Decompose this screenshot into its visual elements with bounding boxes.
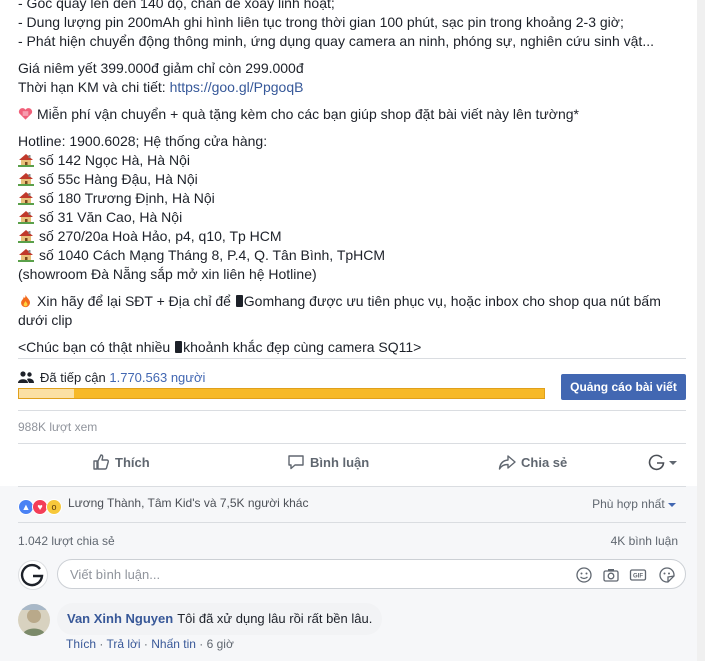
promo-line: Thời hạn KM và chi tiết: https://goo.gl/… bbox=[18, 78, 688, 97]
boost-post-button[interactable]: Quảng cáo bài viết bbox=[561, 374, 686, 400]
comment-time[interactable]: 6 giờ bbox=[207, 637, 234, 651]
comment-button[interactable]: Bình luận bbox=[287, 446, 369, 480]
house-icon bbox=[18, 192, 34, 205]
current-user-avatar[interactable] bbox=[18, 560, 48, 590]
divider bbox=[18, 486, 686, 487]
comment-message-link[interactable]: Nhấn tin bbox=[151, 637, 196, 651]
comment-bubble: Van Xinh Nguyen Tôi đã xử dụng lâu rồi rấ… bbox=[57, 603, 383, 635]
people-icon bbox=[18, 371, 34, 383]
reach-row: Đã tiếp cận 1.770.563 người Quảng cáo bà… bbox=[18, 366, 686, 402]
share-button[interactable]: Chia sẻ bbox=[498, 446, 567, 480]
comment-input[interactable] bbox=[68, 566, 552, 583]
google-g-icon bbox=[648, 454, 665, 471]
reaction-names: Lương Thành, Tâm Kid's và 7,5K người khá… bbox=[68, 496, 309, 510]
fire-icon bbox=[21, 294, 31, 308]
post-line: - Góc quay lên đến 140 độ, chân đế xoay … bbox=[18, 0, 335, 11]
camera-icon[interactable] bbox=[602, 566, 620, 584]
store-item: số 270/20a Hoà Hảo, p4, q10, Tp HCM bbox=[18, 227, 688, 246]
emoji-icon[interactable] bbox=[575, 566, 593, 584]
free-ship-line: Miễn phí vận chuyển + quà tặng kèm cho c… bbox=[18, 105, 688, 124]
house-icon bbox=[18, 249, 34, 262]
svg-text:GIF: GIF bbox=[633, 574, 643, 580]
heart-gift-icon bbox=[18, 108, 33, 120]
comment-input-box[interactable]: GIF bbox=[57, 559, 686, 589]
reach-label: Đã tiếp cận 1.770.563 người bbox=[18, 370, 205, 385]
gif-icon[interactable]: GIF bbox=[629, 566, 647, 584]
share-count[interactable]: 1.042 lượt chia sẻ bbox=[18, 534, 115, 548]
square-glyph-icon bbox=[175, 341, 183, 353]
house-icon bbox=[18, 211, 34, 224]
comment-text: Tôi đã xử dụng lâu rồi rất bền lâu. bbox=[177, 611, 373, 626]
post-text: - Góc quay lên đến 140 độ, chân đế xoay … bbox=[18, 0, 688, 357]
divider bbox=[18, 410, 686, 411]
wow-reaction-icon: o bbox=[46, 499, 62, 515]
comment-like-link[interactable]: Thích bbox=[66, 637, 96, 651]
store-item: số 1040 Cách Mạng Tháng 8, P.4, Q. Tân B… bbox=[18, 246, 688, 265]
share-audience-selector[interactable] bbox=[648, 446, 683, 480]
price-line: Giá niêm yết 399.000đ giảm chỉ còn 299.0… bbox=[18, 60, 304, 76]
post-line: - Dung lượng pin 200mAh ghi hình liên tụ… bbox=[18, 14, 624, 30]
comment-reply-link[interactable]: Trả lời bbox=[106, 637, 140, 651]
house-icon bbox=[18, 154, 34, 167]
divider bbox=[18, 358, 686, 359]
speech-bubble-icon bbox=[288, 455, 304, 470]
reach-bar-organic bbox=[19, 389, 75, 398]
cta-line-cont: dưới clip bbox=[18, 312, 73, 328]
share-arrow-icon bbox=[498, 455, 516, 470]
wish-line: <Chúc bạn có thật nhiều khoảnh khắc đẹp … bbox=[18, 339, 422, 355]
comment-actions: Thích · Trả lời · Nhấn tin · 6 giờ bbox=[66, 637, 234, 651]
divider bbox=[18, 522, 686, 523]
scrollbar[interactable] bbox=[697, 0, 705, 661]
store-item: số 142 Ngọc Hà, Hà Nội bbox=[18, 151, 688, 170]
reach-bar bbox=[18, 388, 545, 399]
google-g-icon bbox=[20, 563, 44, 587]
hotline-line: Hotline: 1900.6028; Hệ thống cửa hàng: bbox=[18, 133, 268, 149]
comment-count[interactable]: 4K bình luận bbox=[611, 534, 678, 548]
comment-author-link[interactable]: Van Xinh Nguyen bbox=[67, 611, 173, 626]
reach-count[interactable]: 1.770.563 người bbox=[109, 370, 205, 385]
post-line: - Phát hiện chuyển động thông minh, ứng … bbox=[18, 33, 654, 49]
thumbs-up-icon bbox=[93, 454, 109, 470]
cta-line: Xin hãy để lại SĐT + Địa chỉ để Gomhang … bbox=[18, 292, 688, 311]
post-card: - Góc quay lên đến 140 độ, chân đế xoay … bbox=[0, 0, 698, 661]
store-item: số 180 Trương Định, Hà Nội bbox=[18, 189, 688, 208]
like-button[interactable]: Thích bbox=[92, 446, 150, 480]
house-icon bbox=[18, 173, 34, 186]
action-bar: Thích Bình luận Chia sẻ bbox=[18, 446, 686, 480]
divider bbox=[18, 443, 686, 444]
house-icon bbox=[18, 230, 34, 243]
store-item: số 31 Văn Cao, Hà Nội bbox=[18, 208, 688, 227]
showroom-line: (showroom Đà Nẵng sắp mở xin liên hệ Hot… bbox=[18, 266, 317, 282]
user-photo-icon bbox=[18, 604, 50, 636]
promo-link[interactable]: https://goo.gl/PpgoqB bbox=[170, 79, 304, 95]
sticker-icon[interactable] bbox=[658, 566, 676, 584]
avatar[interactable] bbox=[18, 604, 50, 636]
promo-label: Thời hạn KM và chi tiết: bbox=[18, 79, 170, 95]
store-list: số 142 Ngọc Hà, Hà Nội số 55c Hàng Đậu, … bbox=[18, 151, 688, 265]
view-count: 988K lượt xem bbox=[18, 420, 98, 434]
store-item: số 55c Hàng Đậu, Hà Nội bbox=[18, 170, 688, 189]
comment-sort-dropdown[interactable]: Phù hợp nhất bbox=[592, 497, 676, 511]
reactions-summary[interactable]: ▲ ♥ o Lương Thành, Tâm Kid's và 7,5K người … bbox=[18, 496, 308, 515]
caret-down-icon bbox=[668, 503, 676, 507]
square-glyph-icon bbox=[235, 295, 243, 307]
caret-down-icon bbox=[669, 461, 677, 465]
